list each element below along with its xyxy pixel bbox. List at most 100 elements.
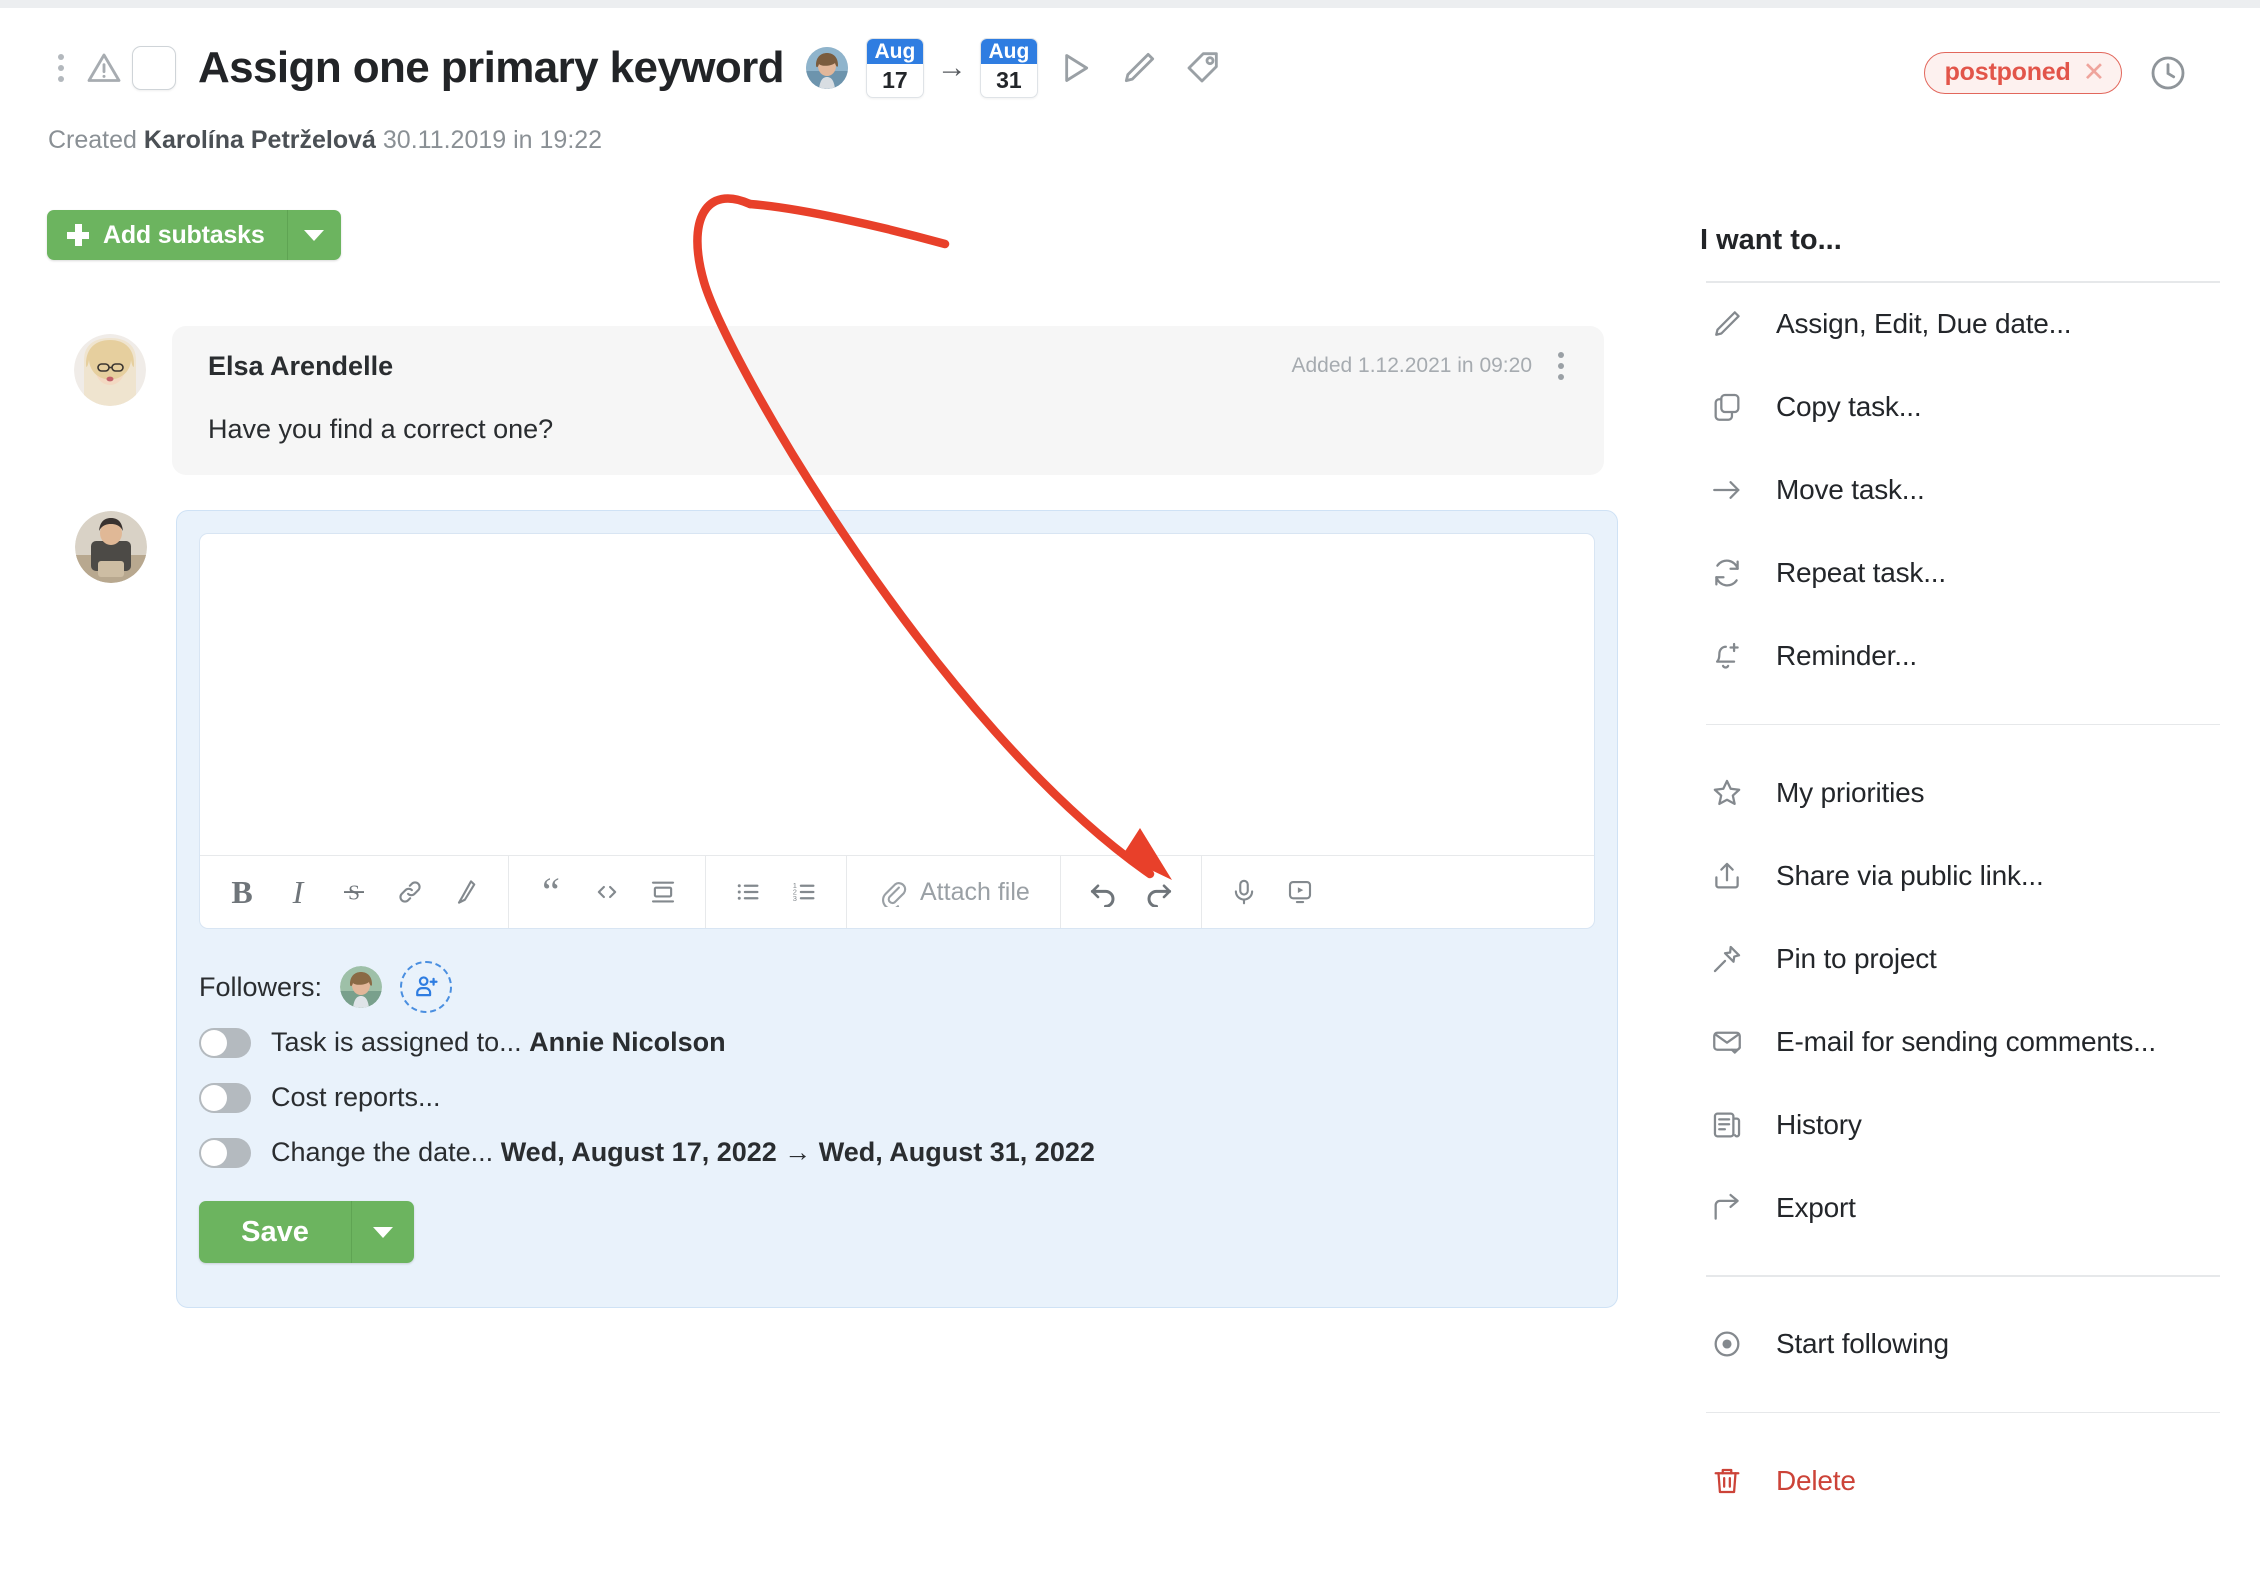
followers-label: Followers: [199,971,323,1002]
toolbar-group-media [1202,856,1594,928]
task-menu-kebab-icon[interactable] [48,46,74,90]
close-icon[interactable]: ✕ [2083,59,2106,86]
export-icon [1708,1189,1746,1227]
window-top-strip [0,0,2260,8]
svg-text:3: 3 [793,894,797,903]
italic-icon[interactable]: I [270,857,326,927]
created-author: Karolína Petrželová [143,126,376,154]
save-dropdown-button[interactable] [351,1201,414,1263]
comment-body: Have you find a correct one? [208,414,554,444]
menu-item-move-task[interactable]: Move task... [1700,449,2220,532]
menu-item-delete[interactable]: Delete [1700,1439,2220,1522]
attach-file-label: Attach file [920,877,1030,906]
menu-item-label: Repeat task... [1776,557,1946,588]
menu-item-my-priorities[interactable]: My priorities [1700,751,2220,834]
bold-icon[interactable]: B [214,857,270,927]
toggle-assigned-to[interactable] [199,1027,251,1058]
menu-item-repeat-task[interactable]: Repeat task... [1700,532,2220,615]
pin-icon [1708,940,1746,978]
clock-icon[interactable] [2148,53,2188,93]
toolbar-group-history [1061,856,1202,928]
panel-group-3: Start following [1700,1303,2220,1386]
redo-icon[interactable] [1131,857,1187,927]
comment-author-avatar[interactable] [74,334,146,406]
menu-item-label: Start following [1776,1328,1949,1359]
toggle-row: Cost reports... [199,1082,1095,1113]
star-icon [1708,774,1746,812]
save-button[interactable]: Save [199,1201,351,1263]
toggle-cost-reports-label: Cost reports... [271,1082,441,1112]
menu-item-label: Assign, Edit, Due date... [1776,308,2072,339]
numbered-list-icon[interactable]: 1 2 3 [776,857,832,927]
toolbar-group-lists: 1 2 3 [706,856,847,928]
menu-item-label: My priorities [1776,776,1925,808]
strikethrough-icon[interactable]: S [326,857,382,927]
add-subtasks-dropdown-button[interactable] [286,210,341,260]
bullet-list-icon[interactable] [720,857,776,927]
quote-icon[interactable]: “ [523,857,579,927]
toolbar-group-format: B I S [200,856,509,928]
warning-triangle-icon[interactable] [82,46,126,90]
highlight-pen-icon[interactable] [438,857,494,927]
tag-icon[interactable] [1176,45,1230,91]
link-icon[interactable] [382,857,438,927]
edit-pencil-icon[interactable] [1112,45,1166,91]
block-box-icon[interactable] [635,857,691,927]
current-user-avatar[interactable] [75,511,147,583]
panel-title: I want to... [1700,224,1842,256]
follower-avatar[interactable] [340,966,383,1008]
menu-item-label: Reminder... [1776,640,1917,671]
code-icon[interactable] [579,857,635,927]
add-subtasks-button[interactable]: Add subtasks [47,210,287,260]
toggle-change-date[interactable] [199,1137,251,1168]
menu-item-assign-edit-due-date[interactable]: Assign, Edit, Due date... [1700,283,2220,366]
menu-item-label: Delete [1776,1464,1856,1496]
menu-item-history[interactable]: History [1700,1083,2220,1166]
task-complete-checkbox[interactable] [132,46,176,90]
menu-item-email-for-sending-comments[interactable]: E-mail for sending comments... [1700,1000,2220,1083]
menu-item-export[interactable]: Export [1700,1166,2220,1249]
toggle-change-date-value: Wed, August 17, 2022 → Wed, August 31, 2… [500,1137,1095,1167]
menu-item-label: Export [1776,1191,1856,1223]
status-badge-label: postponed [1944,58,2071,86]
comment-textarea[interactable] [200,534,1594,855]
chevron-down-icon [373,1226,393,1238]
save-button-group[interactable]: Save [199,1201,414,1263]
menu-item-share-via-public-link[interactable]: Share via public link... [1700,834,2220,917]
due-date-day: 31 [996,67,1022,93]
task-detail-page: Assign one primary keyword Aug 17 → Aug … [0,8,2260,1578]
menu-item-copy-task[interactable]: Copy task... [1700,366,2220,449]
toggle-cost-reports[interactable] [199,1082,251,1113]
menu-item-label: Copy task... [1776,391,1922,422]
comment-author-name: Elsa Arendelle [208,350,394,381]
menu-item-label: Move task... [1776,474,1925,505]
share-icon [1708,857,1746,895]
microphone-icon[interactable] [1216,857,1272,927]
add-subtasks-button-group[interactable]: Add subtasks [47,210,341,260]
start-timer-play-icon[interactable] [1048,45,1102,91]
trash-icon [1708,1462,1746,1500]
attach-file-button[interactable]: Attach file [861,857,1046,927]
comment-item: Elsa Arendelle Added 1.12.2021 in 09:20 … [74,326,1604,475]
video-icon[interactable] [1272,857,1328,927]
menu-item-start-following[interactable]: Start following [1700,1303,2220,1386]
eye-icon [1708,1325,1746,1363]
created-line: Created Karolína Petrželová 30.11.2019 i… [48,126,602,155]
comment-input-box: B I S “ 1 2 3 Attach file [199,533,1595,929]
comment-menu-kebab-icon[interactable] [1554,348,1568,384]
menu-item-pin-to-project[interactable]: Pin to project [1700,917,2220,1000]
repeat-icon [1708,554,1746,592]
task-header: Assign one primary keyword Aug 17 → Aug … [48,38,1230,98]
add-follower-button[interactable] [400,961,453,1013]
assignee-avatar[interactable] [805,47,848,89]
undo-icon[interactable] [1075,857,1131,927]
status-badge[interactable]: postponed ✕ [1923,52,2122,94]
menu-item-label: Share via public link... [1776,859,2044,891]
due-date-chip[interactable]: Aug 31 [979,38,1038,98]
start-date-chip[interactable]: Aug 17 [865,38,924,98]
followers-row: Followers: [199,961,453,1013]
menu-item-reminder[interactable]: Reminder... [1700,615,2220,698]
comment-bubble: Elsa Arendelle Added 1.12.2021 in 09:20 … [172,326,1604,475]
